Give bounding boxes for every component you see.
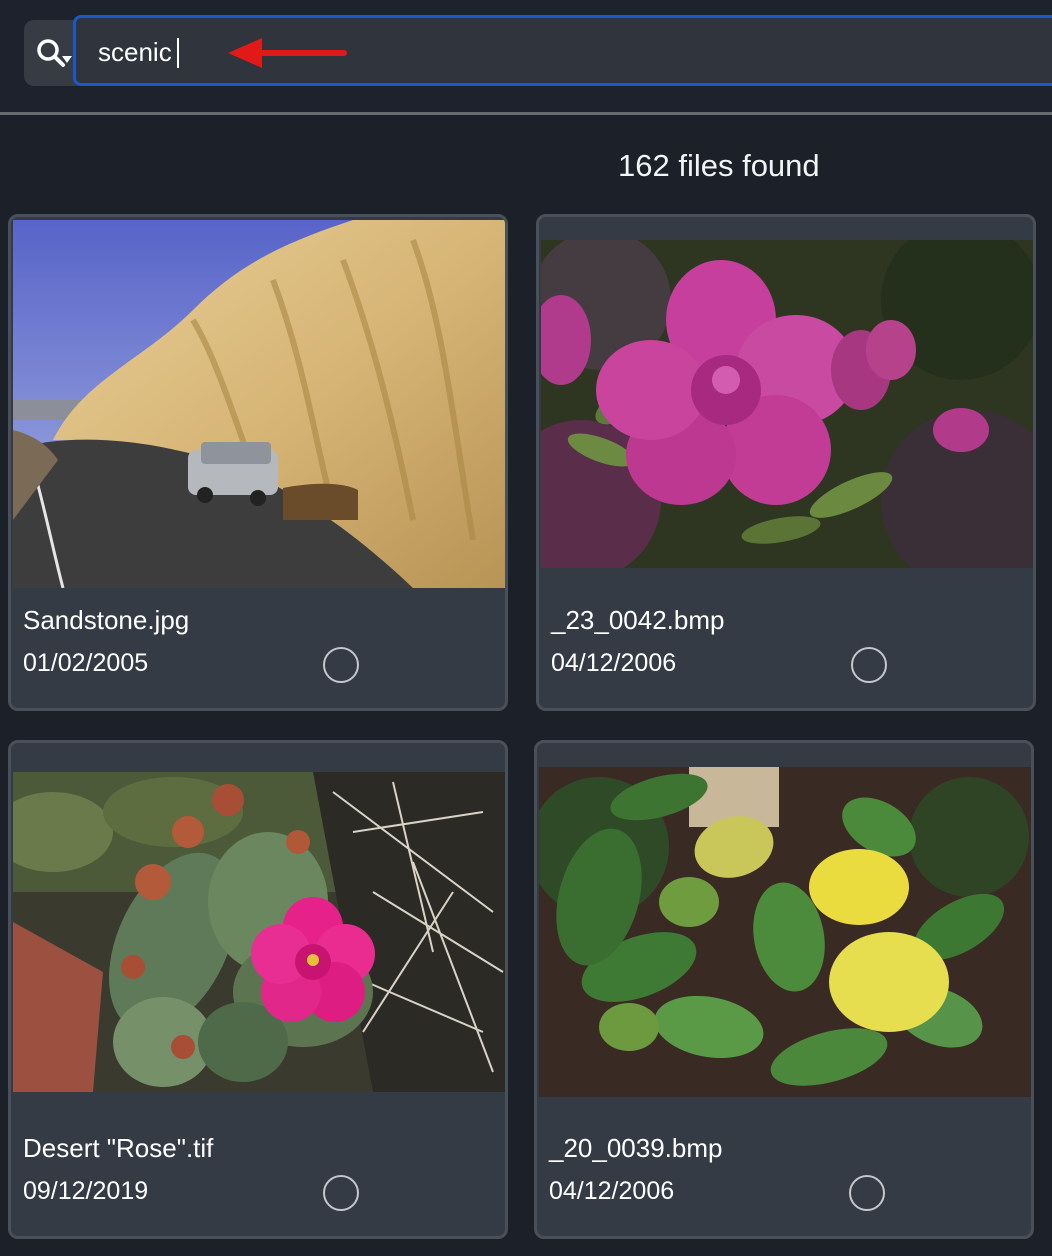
toolbar	[0, 0, 1052, 112]
file-name: Desert "Rose".tif	[23, 1133, 214, 1163]
search-input[interactable]	[98, 36, 698, 68]
thumbnail-sandstone	[13, 220, 505, 588]
thumbnail-lemons	[539, 767, 1031, 1097]
thumbnail-azalea	[541, 240, 1033, 568]
search-field[interactable]	[73, 15, 1052, 86]
file-name: _20_0039.bmp	[549, 1133, 723, 1163]
file-card[interactable]: _20_0039.bmp 04/12/2006	[534, 740, 1034, 1239]
file-date: 04/12/2006	[551, 649, 677, 677]
thumbnail-cactus	[13, 772, 505, 1092]
file-name: Sandstone.jpg	[23, 605, 190, 635]
file-card[interactable]: Desert "Rose".tif 09/12/2019	[8, 740, 508, 1239]
results-count: 162 files found	[618, 148, 820, 183]
file-name: _23_0042.bmp	[551, 605, 725, 635]
divider	[0, 112, 1052, 115]
red-arrow-annotation	[228, 38, 347, 68]
file-date: 09/12/2019	[23, 1177, 149, 1205]
select-checkbox[interactable]	[851, 647, 887, 683]
file-date: 04/12/2006	[549, 1177, 675, 1205]
file-date: 01/02/2005	[23, 649, 149, 677]
text-cursor	[177, 38, 179, 68]
select-checkbox[interactable]	[323, 1175, 359, 1211]
file-card[interactable]: Sandstone.jpg 01/02/2005	[8, 214, 508, 711]
file-card[interactable]: _23_0042.bmp 04/12/2006	[536, 214, 1036, 711]
select-checkbox[interactable]	[323, 647, 359, 683]
magnifier-dropdown-icon	[37, 39, 72, 67]
select-checkbox[interactable]	[849, 1175, 885, 1211]
